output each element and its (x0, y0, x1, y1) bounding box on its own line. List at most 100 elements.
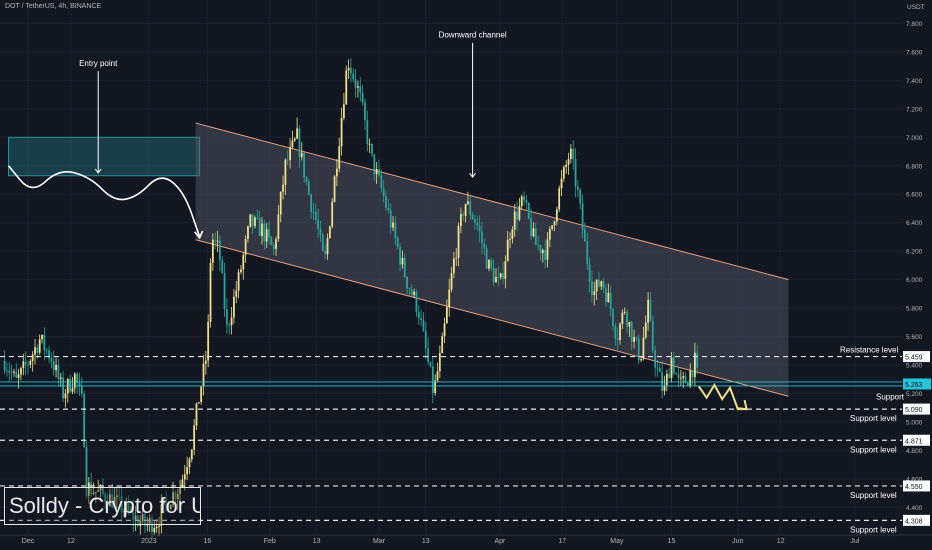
candle-body (183, 474, 186, 480)
candle-body (335, 168, 338, 177)
candle-body (555, 209, 558, 222)
candle-body (373, 154, 376, 175)
candle-body (523, 196, 525, 201)
candle-body (263, 223, 266, 242)
candle-body (62, 377, 64, 399)
candle-body (186, 467, 189, 475)
candle-body (368, 143, 371, 145)
downward-channel-label: Downward channel (439, 31, 507, 40)
candle-body (52, 361, 55, 371)
candle-body (69, 379, 72, 392)
candle-body (41, 334, 43, 340)
candle-body (31, 354, 34, 361)
candle-body (352, 73, 355, 80)
candle-body (247, 226, 249, 240)
current-price-value: 5.263 (905, 382, 923, 389)
candle-body (649, 299, 652, 321)
candle-body (436, 371, 439, 381)
candle-body (427, 348, 430, 362)
candle-body (481, 231, 483, 244)
candle-body (328, 226, 331, 238)
x-tick-label: 2023 (141, 538, 157, 545)
candle-body (251, 214, 254, 227)
y-tick-label: 6.400 (906, 220, 923, 227)
support-level-label: Support level (850, 414, 897, 423)
candle-body (651, 320, 654, 351)
candle-body (155, 526, 158, 529)
candle-body (314, 211, 317, 220)
candle-body (438, 353, 441, 372)
candle-body (17, 374, 20, 378)
candle-body (410, 289, 413, 295)
y-tick-label: 6.800 (906, 163, 923, 170)
candle-body (45, 349, 48, 351)
x-tick-label: 15 (668, 538, 676, 545)
candle-body (268, 229, 270, 238)
candle-body (291, 140, 294, 148)
candle-body (289, 147, 291, 161)
candle-body (286, 159, 289, 161)
x-tick-label: Dec (22, 538, 35, 545)
candle-body (8, 370, 11, 373)
candle-body (13, 371, 15, 373)
candle-body (387, 207, 390, 211)
candle-body (190, 449, 193, 460)
candle-body (462, 213, 465, 216)
candle-body (361, 92, 364, 103)
entry-zone-box[interactable] (8, 136, 201, 177)
candle-body (569, 148, 572, 160)
candle-body (261, 223, 263, 237)
candle-body (581, 203, 584, 230)
candle-body (188, 459, 191, 468)
candle-body (488, 260, 490, 269)
candle-body (317, 219, 320, 229)
candle-body (579, 189, 582, 204)
candle-body (324, 250, 327, 255)
candle-body (525, 200, 528, 204)
candle-body (20, 367, 22, 375)
candle-body (221, 260, 224, 273)
candle-body (511, 229, 514, 239)
y-tick-label: 7.800 (906, 21, 923, 28)
candle-body (443, 323, 446, 337)
candle-body (532, 228, 535, 237)
candle-body (359, 86, 362, 93)
x-tick-label: 13 (313, 538, 321, 545)
candle-body (593, 291, 596, 296)
candle-body (279, 191, 282, 215)
candle-body (485, 248, 488, 269)
candle-body (595, 279, 598, 292)
level-price-value: 4.308 (905, 518, 923, 525)
candle-body (256, 217, 259, 219)
candle-body (518, 206, 521, 220)
candle-body (516, 211, 518, 220)
candle-body (38, 339, 41, 353)
candle-body (43, 334, 46, 350)
candle-body (591, 281, 593, 296)
candle-body (382, 188, 385, 197)
candle-body (584, 229, 586, 242)
x-tick-label: Apr (494, 538, 506, 545)
y-tick-label: 5.600 (906, 334, 923, 341)
candle-body (3, 360, 6, 371)
candle-body (497, 277, 500, 278)
candle-body (399, 246, 401, 265)
candle-body (272, 244, 275, 249)
candle-body (310, 194, 313, 212)
candle-body (347, 67, 350, 71)
candle-body (270, 237, 273, 245)
candle-body (59, 377, 62, 379)
candle-body (677, 374, 680, 379)
candle-body (230, 317, 233, 326)
candle-body (406, 276, 408, 289)
candle-body (34, 347, 36, 355)
x-tick-label: 13 (422, 538, 430, 545)
candle-body (553, 221, 556, 226)
candle-body (29, 360, 32, 365)
candle-body (445, 307, 448, 324)
candle-body (602, 281, 605, 289)
candle-body (343, 104, 345, 118)
price-chart[interactable]: 5.459 Resistance level 5.263Support5.090 Su… (0, 0, 932, 550)
candle-body (495, 277, 497, 283)
candle-body (207, 321, 210, 361)
